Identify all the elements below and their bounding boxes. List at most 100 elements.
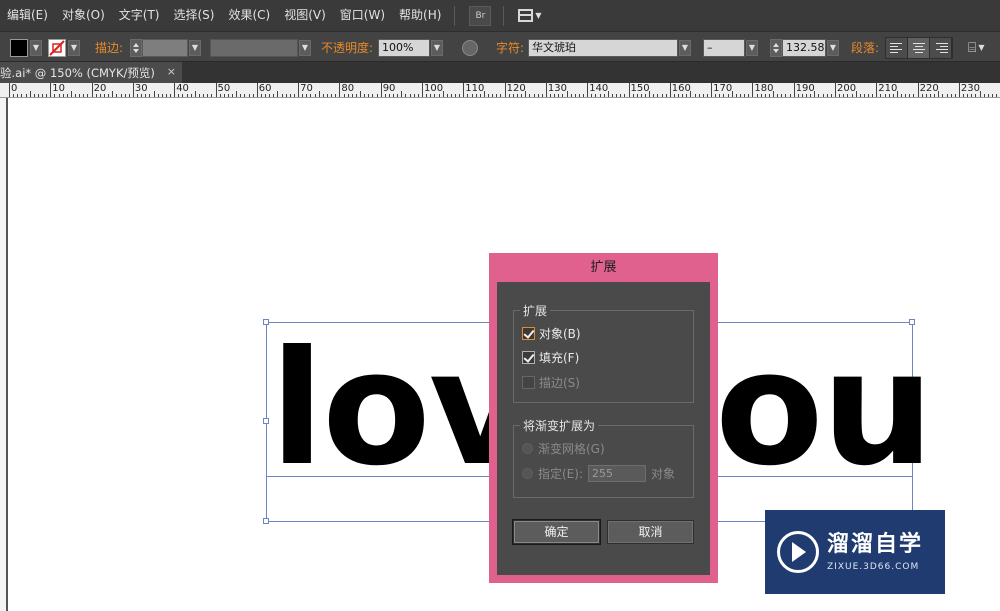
document-tab[interactable]: 验.ai* @ 150% (CMYK/预览) × — [0, 62, 182, 83]
stroke-weight-input[interactable] — [142, 38, 188, 57]
arrange-documents-button[interactable]: ▼ — [518, 9, 542, 22]
font-family-select[interactable]: 华文琥珀 — [528, 38, 678, 57]
ruler-tick — [529, 94, 531, 97]
cancel-button[interactable]: 取消 — [607, 520, 694, 544]
ruler-tick — [211, 94, 213, 97]
ruler-tick — [232, 94, 234, 97]
opacity-label[interactable]: 不透明度: — [321, 39, 373, 56]
opacity-input[interactable]: 100% — [378, 38, 430, 57]
menu-view[interactable]: 视图(V) — [277, 0, 333, 31]
envelope-warp-icon[interactable]: ⌸ — [968, 40, 976, 56]
ruler-tick — [550, 94, 552, 97]
resize-handle[interactable] — [263, 319, 269, 325]
menu-type[interactable]: 文字(T) — [112, 0, 167, 31]
menu-effect[interactable]: 效果(C) — [221, 0, 277, 31]
chevron-down-icon[interactable]: ▼ — [299, 39, 311, 56]
ruler-tick — [669, 83, 671, 97]
resize-handle[interactable] — [263, 418, 269, 424]
ruler-tick — [521, 94, 523, 97]
ruler-tick — [946, 94, 948, 97]
ruler-tick — [983, 94, 985, 97]
chevron-down-icon[interactable]: ▼ — [827, 39, 839, 56]
align-right-button[interactable] — [930, 37, 952, 58]
dialog-body: 扩展 对象(B) 填充(F) 描边(S) 将渐变扩展为 渐变网格(G) 指定(E… — [497, 282, 710, 575]
document-tab-title[interactable]: 验.ai* @ 150% (CMYK/预览) — [0, 65, 155, 81]
font-style-select[interactable]: – — [703, 38, 745, 57]
ruler-tick — [868, 94, 870, 97]
variable-width-profile-select[interactable] — [210, 38, 298, 57]
ok-button[interactable]: 确定 — [513, 520, 600, 544]
ruler-tick — [9, 83, 10, 97]
ruler-tick — [227, 94, 229, 97]
ruler-tick — [723, 94, 725, 97]
fill-option[interactable]: 填充(F) — [522, 349, 579, 366]
ruler-tick — [768, 94, 770, 97]
ruler-tick — [855, 91, 857, 97]
align-left-button[interactable] — [886, 37, 908, 58]
menu-edit[interactable]: 编辑(E) — [0, 0, 55, 31]
font-size-stepper[interactable] — [770, 38, 782, 57]
chevron-down-icon[interactable]: ▼ — [746, 39, 758, 56]
stroke-weight-stepper[interactable] — [130, 38, 142, 57]
ruler-tick — [450, 94, 452, 97]
ruler-tick — [859, 94, 861, 97]
ruler-tick — [591, 94, 593, 97]
fill-label[interactable]: 填充(F) — [539, 349, 579, 366]
ruler-tick — [843, 94, 845, 97]
ruler-tick — [545, 83, 547, 97]
ruler-tick — [661, 94, 663, 97]
ruler-tick — [13, 94, 15, 97]
object-option[interactable]: 对象(B) — [522, 325, 581, 342]
dialog-title[interactable]: 扩展 — [489, 253, 718, 282]
gradient-expand-group: 将渐变扩展为 渐变网格(G) 指定(E): 255 对象 — [513, 417, 694, 498]
paragraph-label[interactable]: 段落: — [851, 39, 879, 56]
menu-window[interactable]: 窗口(W) — [333, 0, 392, 31]
ruler-tick — [153, 91, 155, 97]
stroke-weight-label[interactable]: 描边: — [95, 39, 123, 56]
ruler-label: 210 — [878, 83, 898, 94]
chevron-down-icon[interactable]: ▼ — [68, 39, 80, 56]
ruler-tick — [141, 94, 143, 97]
menu-object[interactable]: 对象(O) — [55, 0, 112, 31]
ruler-tick — [789, 94, 791, 97]
no-stroke-swatch[interactable] — [48, 38, 66, 57]
align-center-button[interactable] — [908, 37, 930, 58]
chevron-down-icon[interactable]: ▼ — [978, 43, 984, 52]
fill-swatch[interactable] — [10, 38, 28, 57]
fill-color-control[interactable]: ▼ — [10, 32, 42, 63]
horizontal-ruler[interactable]: 0 10 20 30 40 50 60 70 80 90 100 110 120 130 140 150 160… — [0, 83, 1000, 98]
chevron-down-icon[interactable]: ▼ — [189, 39, 201, 56]
ruler-tick — [839, 94, 841, 97]
ruler-label: 130 — [547, 83, 567, 94]
ruler-tick — [810, 94, 812, 97]
ruler-tick — [120, 94, 122, 97]
chevron-down-icon[interactable]: ▼ — [679, 39, 691, 56]
ruler-tick — [50, 83, 52, 97]
font-size-input[interactable]: 132.58 — [782, 38, 826, 57]
menu-select[interactable]: 选择(S) — [166, 0, 221, 31]
watermark-url: ZIXUE.3D66.COM — [827, 562, 920, 572]
bridge-button[interactable]: Br — [469, 5, 492, 26]
recolor-artwork-icon[interactable] — [462, 39, 478, 56]
fill-checkbox[interactable] — [522, 351, 535, 364]
artwork-text-right[interactable]: ou — [715, 330, 934, 488]
object-checkbox[interactable] — [522, 327, 535, 340]
close-icon[interactable]: × — [167, 65, 176, 78]
ruler-tick — [905, 94, 907, 97]
ruler-tick — [302, 94, 304, 97]
vertical-ruler[interactable] — [0, 98, 8, 611]
resize-handle[interactable] — [263, 518, 269, 524]
ruler-tick — [306, 94, 308, 97]
stroke-color-control[interactable]: ▼ — [48, 32, 80, 63]
object-label[interactable]: 对象(B) — [539, 325, 581, 342]
ruler-tick — [463, 83, 465, 97]
ruler-tick — [79, 94, 81, 97]
ruler-tick — [314, 94, 316, 97]
ruler-tick — [488, 94, 490, 97]
ruler-label: 30 — [134, 83, 148, 94]
chevron-down-icon[interactable]: ▼ — [431, 39, 443, 56]
chevron-down-icon[interactable]: ▼ — [30, 39, 42, 56]
menu-help[interactable]: 帮助(H) — [392, 0, 448, 31]
ruler-tick — [611, 94, 613, 97]
character-label[interactable]: 字符: — [496, 39, 524, 56]
